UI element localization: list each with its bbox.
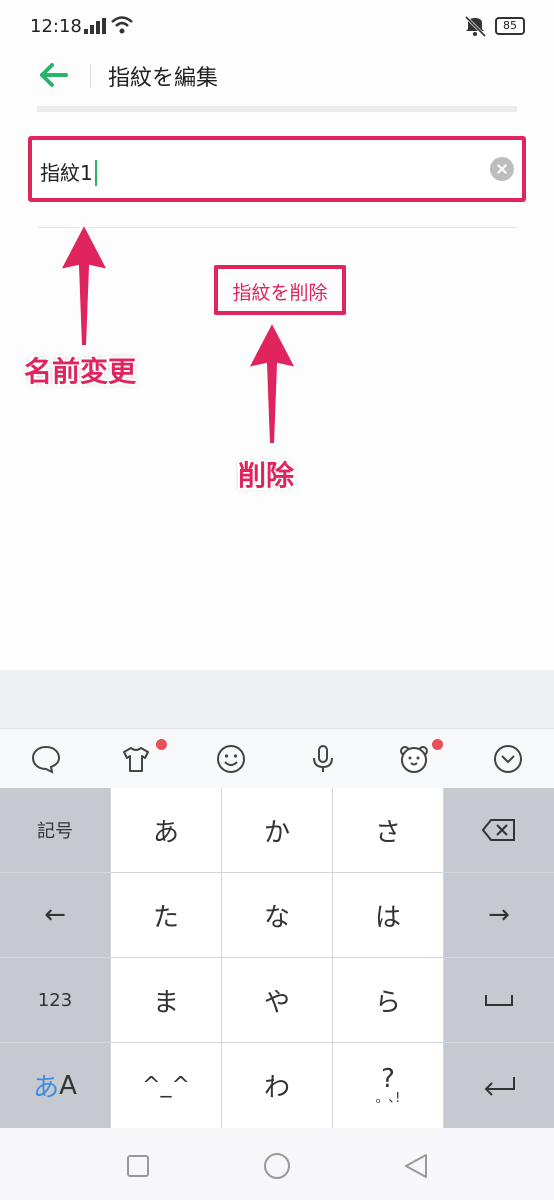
status-bar: 12:18 85 bbox=[0, 0, 554, 52]
text-cursor bbox=[94, 160, 97, 186]
header-divider bbox=[90, 64, 91, 88]
status-time: 12:18 bbox=[30, 16, 82, 37]
key-symbols[interactable]: 記号 bbox=[0, 788, 110, 872]
key-numbers[interactable]: 123 bbox=[0, 958, 110, 1042]
recents-icon[interactable] bbox=[124, 1152, 152, 1180]
annotation-delete-label: 削除 bbox=[238, 459, 295, 492]
fingerprint-name-field[interactable]: 指紋1 bbox=[28, 136, 526, 202]
system-nav-bar bbox=[0, 1128, 554, 1200]
key-ra[interactable]: ら bbox=[333, 958, 443, 1042]
header-separator bbox=[37, 106, 517, 112]
bear-icon[interactable] bbox=[398, 743, 430, 775]
home-icon[interactable] bbox=[263, 1152, 291, 1180]
keyboard-keys: 記号 あ か さ ← た な は → 123 ま や ら あA ^_^ わ ?。… bbox=[0, 788, 554, 1128]
tshirt-badge bbox=[156, 739, 167, 750]
annotation-rename-label: 名前変更 bbox=[24, 355, 137, 388]
key-right[interactable]: → bbox=[444, 873, 554, 957]
key-kana-alpha[interactable]: あA bbox=[0, 1043, 110, 1128]
key-ya[interactable]: や bbox=[222, 958, 332, 1042]
key-left[interactable]: ← bbox=[0, 873, 110, 957]
chat-bubble-icon[interactable] bbox=[30, 743, 62, 775]
key-a[interactable]: あ bbox=[111, 788, 221, 872]
app-header: 指紋を編集 bbox=[0, 52, 554, 102]
back-nav-icon[interactable] bbox=[402, 1152, 430, 1180]
delete-fingerprint-label[interactable]: 指紋を削除 bbox=[218, 278, 342, 305]
key-wa[interactable]: わ bbox=[222, 1043, 332, 1128]
key-na[interactable]: な bbox=[222, 873, 332, 957]
signal-icon bbox=[84, 18, 106, 34]
key-enter[interactable] bbox=[444, 1043, 554, 1128]
key-ha[interactable]: は bbox=[333, 873, 443, 957]
key-punctuation[interactable]: ? 。､! bbox=[333, 1043, 443, 1128]
bear-badge bbox=[432, 739, 443, 750]
smiley-icon[interactable] bbox=[215, 743, 247, 775]
key-space[interactable] bbox=[444, 958, 554, 1042]
key-sa[interactable]: さ bbox=[333, 788, 443, 872]
wifi-icon bbox=[111, 16, 133, 34]
key-ta[interactable]: た bbox=[111, 873, 221, 957]
enter-icon bbox=[484, 1076, 515, 1096]
tshirt-icon[interactable] bbox=[120, 743, 152, 775]
back-arrow-icon[interactable] bbox=[36, 60, 72, 90]
key-backspace[interactable] bbox=[444, 788, 554, 872]
keyboard-candidate-area bbox=[0, 670, 554, 728]
name-input-value[interactable]: 指紋1 bbox=[40, 157, 97, 186]
delete-fingerprint-button[interactable]: 指紋を削除 bbox=[214, 265, 346, 315]
chevron-down-icon[interactable] bbox=[492, 743, 524, 775]
keyboard-toolbar bbox=[0, 728, 554, 788]
key-ka[interactable]: か bbox=[222, 788, 332, 872]
battery-indicator: 85 bbox=[495, 17, 525, 35]
backspace-icon bbox=[481, 819, 515, 841]
vibrate-mute-icon bbox=[464, 15, 487, 37]
page-title: 指紋を編集 bbox=[108, 66, 219, 91]
key-emoticon[interactable]: ^_^ bbox=[111, 1043, 221, 1128]
clear-icon[interactable] bbox=[490, 157, 514, 181]
annotation-arrow-rename bbox=[58, 222, 110, 347]
annotation-arrow-delete bbox=[246, 320, 298, 445]
space-icon bbox=[485, 995, 513, 1006]
microphone-icon[interactable] bbox=[307, 743, 339, 775]
key-ma[interactable]: ま bbox=[111, 958, 221, 1042]
